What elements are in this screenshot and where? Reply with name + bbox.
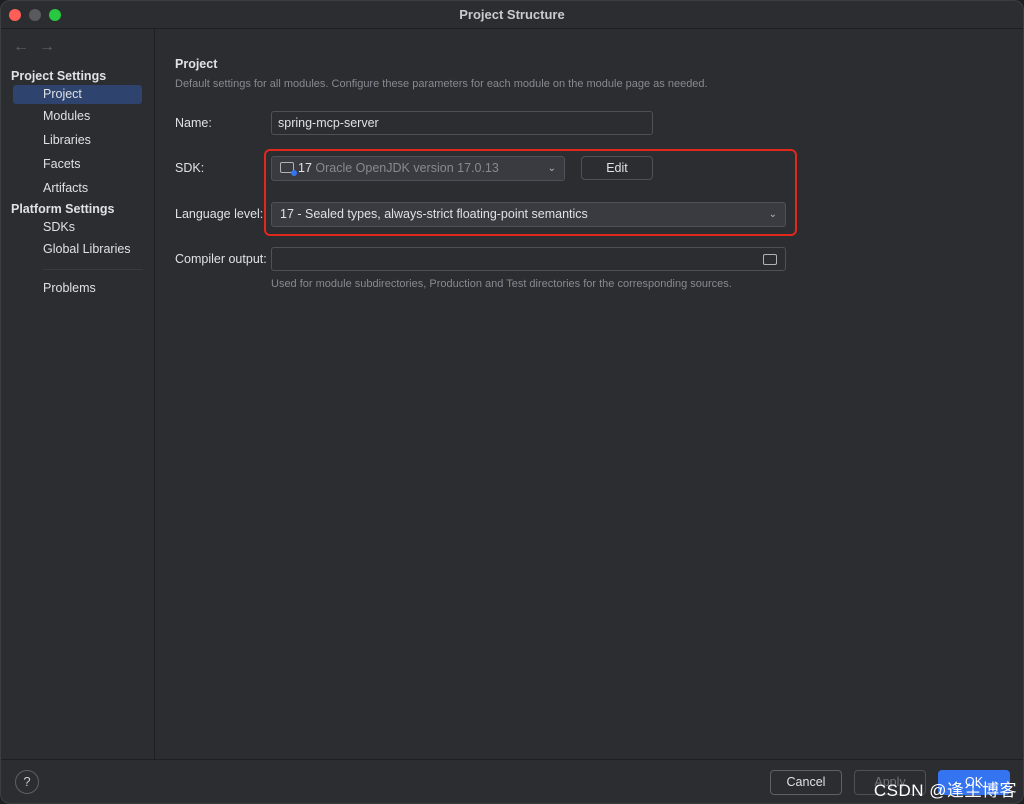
sidebar-item-project[interactable]: Project <box>13 85 142 104</box>
dialog-footer: ? Cancel Apply OK CSDN @逢尘博客 <box>1 759 1023 803</box>
compiler-output-label: Compiler output: <box>175 252 267 266</box>
sidebar-item-modules[interactable]: Modules <box>13 107 142 126</box>
project-name-field[interactable]: spring-mcp-server <box>271 111 653 135</box>
panel-description: Default settings for all modules. Config… <box>175 78 708 90</box>
cancel-button[interactable]: Cancel <box>770 770 842 795</box>
red-highlight-box <box>264 149 797 236</box>
sidebar-item-facets[interactable]: Facets <box>13 155 142 174</box>
project-settings-panel: Project Default settings for all modules… <box>156 29 1023 759</box>
sidebar: ←→ Project Settings Project Modules Libr… <box>1 29 155 759</box>
back-arrow-icon[interactable]: ← <box>13 38 39 55</box>
section-header-project-settings: Project Settings <box>11 69 107 83</box>
language-level-label: Language level: <box>175 207 264 221</box>
project-structure-window: Project Structure ←→ Project Settings Pr… <box>0 0 1024 804</box>
compiler-output-field[interactable] <box>271 247 786 271</box>
panel-title: Project <box>175 57 218 71</box>
folder-browse-icon[interactable] <box>763 254 777 265</box>
sdk-label: SDK: <box>175 161 205 175</box>
sidebar-item-problems[interactable]: Problems <box>13 279 142 298</box>
compiler-output-hint: Used for module subdirectories, Producti… <box>271 278 732 290</box>
sidebar-item-libraries[interactable]: Libraries <box>13 131 142 150</box>
sidebar-divider <box>43 269 143 270</box>
forward-arrow-icon[interactable]: → <box>39 38 65 55</box>
sidebar-item-global-libraries[interactable]: Global Libraries <box>13 240 142 259</box>
titlebar: Project Structure <box>1 1 1023 29</box>
sidebar-item-sdks[interactable]: SDKs <box>13 218 142 237</box>
watermark-text: CSDN @逢尘博客 <box>873 781 1017 800</box>
nav-arrows: ←→ <box>13 38 65 56</box>
section-header-platform-settings: Platform Settings <box>11 202 115 216</box>
window-title: Project Structure <box>459 7 565 22</box>
name-label: Name: <box>175 116 212 130</box>
help-button[interactable]: ? <box>15 770 39 794</box>
sidebar-item-artifacts[interactable]: Artifacts <box>13 179 142 198</box>
